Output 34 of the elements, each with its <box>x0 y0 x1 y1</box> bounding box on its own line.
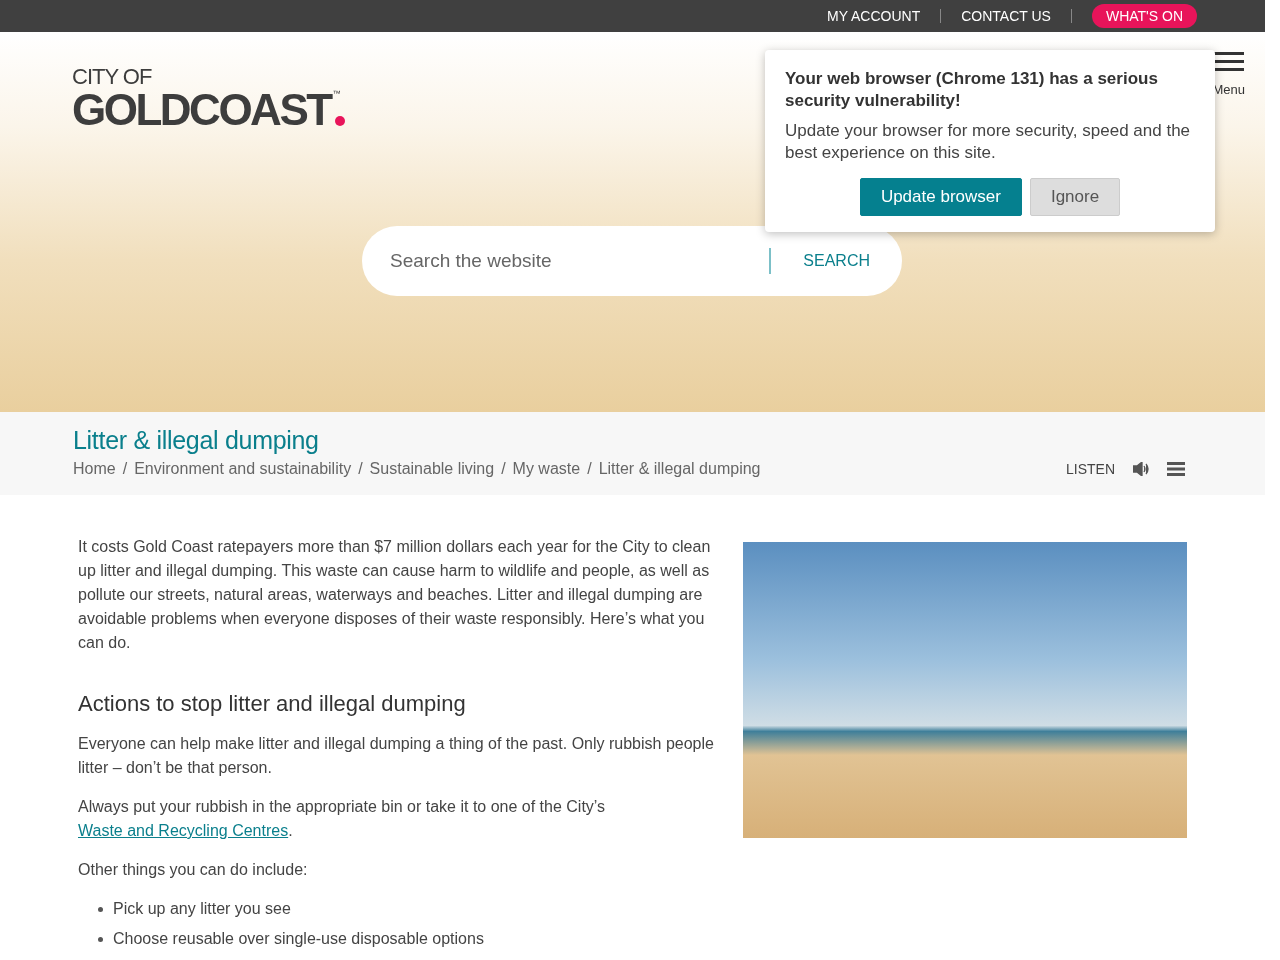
breadcrumb-link[interactable]: My waste <box>512 460 581 478</box>
bullet-icon <box>98 936 103 942</box>
search-field[interactable]: Search the website SEARCH <box>362 226 902 296</box>
list-item: Pick up any litter you see <box>113 899 291 919</box>
top-nav-link[interactable]: CONTACT US <box>961 4 1051 28</box>
alert-title: Your web browser (Chrome 131) has a serious security vulnerability! <box>785 68 1159 112</box>
breadcrumb-link[interactable]: Environment and sustainability <box>134 460 352 478</box>
body-paragraph: Everyone can help make litter and illegal dumping a thing of the past. Only rubbish people litter – don’t be that person. <box>78 734 715 778</box>
body-paragraph: Other things you can do include: <box>78 860 309 880</box>
listen-button[interactable]: LISTEN <box>1066 461 1115 477</box>
top-nav-link[interactable]: MY ACCOUNT <box>827 4 921 28</box>
menu-icon <box>1213 52 1245 72</box>
body-paragraph: Always put your rubbish in the appropriate bin or take it to one of the City’s Waste and Recycling Centres. <box>78 797 607 841</box>
section-heading: Actions to stop litter and illegal dumping <box>78 690 467 718</box>
breadcrumb-link[interactable]: Litter & illegal dumping <box>598 460 761 478</box>
breadcrumb-link[interactable]: Home <box>73 460 116 478</box>
page-title: Litter & illegal dumping <box>73 426 320 454</box>
breadcrumb-separator: / <box>587 460 592 478</box>
update-browser-button[interactable]: Update browser <box>859 178 1022 216</box>
logo[interactable]: CITY OF GOLDCOAST™ <box>72 66 345 130</box>
waste-centres-link[interactable]: Waste and Recycling Centres <box>78 822 289 839</box>
breadcrumb-separator: / <box>122 460 128 478</box>
alert-message: Update your browser for more security, speed and the best experience on this site. <box>785 120 1192 164</box>
list-item: Choose reusable over single-use disposable options <box>113 929 484 949</box>
speaker-icon[interactable] <box>1133 462 1149 476</box>
search-button[interactable]: SEARCH <box>769 248 902 274</box>
list-icon[interactable] <box>1167 462 1185 476</box>
ignore-button[interactable]: Ignore <box>1029 178 1121 216</box>
breadcrumb-separator: / <box>501 460 506 478</box>
bullet-icon <box>98 906 103 912</box>
whats-on-button[interactable]: WHAT'S ON <box>1091 4 1197 28</box>
breadcrumb-separator: / <box>358 460 363 478</box>
intro-paragraph: It costs Gold Coast ratepayers more than $7 million dollars each year for the City to clean up litter and illegal dumping. This waste can cause harm to wildlife and people, as well as pollute our streets, natural areas, waterways and beaches. Litter and illegal dumping are avoidable problems when everyone disposes of their waste responsibly. Here’s what you can do. <box>78 537 712 653</box>
breadcrumb-link[interactable]: Sustainable living <box>369 460 495 478</box>
